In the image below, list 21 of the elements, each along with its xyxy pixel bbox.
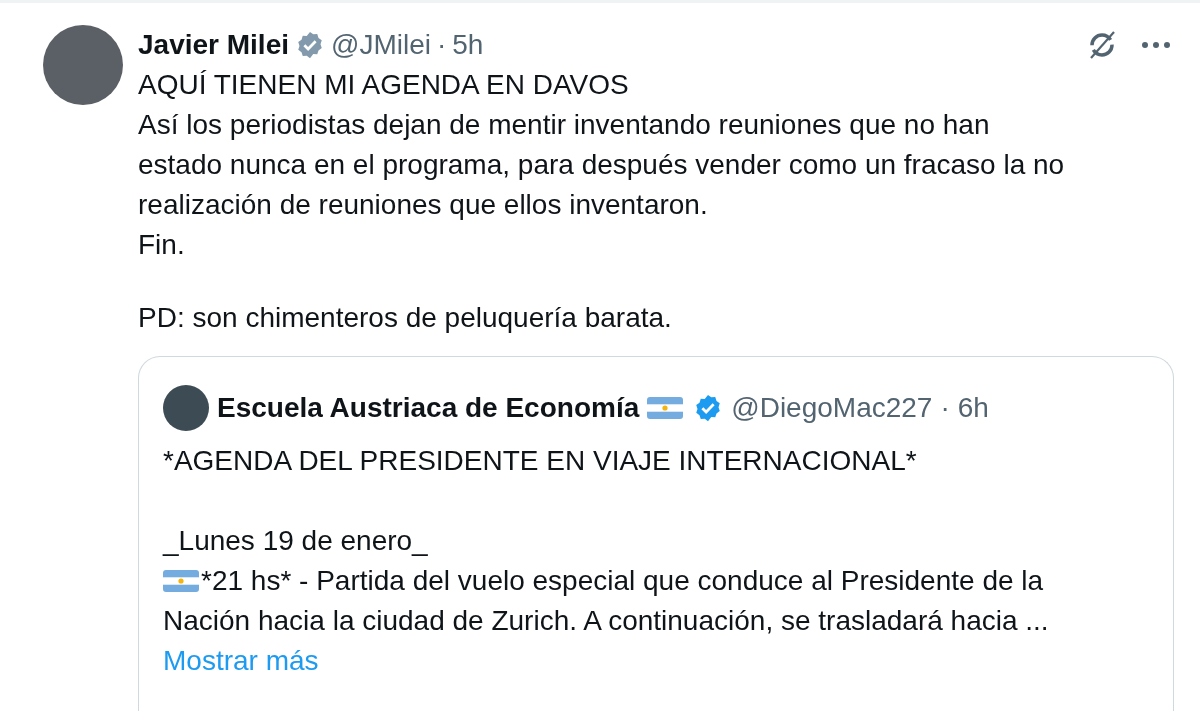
quoted-post-card[interactable]: [138, 356, 1174, 711]
author-handle[interactable]: @JMilei: [331, 29, 431, 61]
post-text: Fin.: [138, 228, 186, 262]
post-text: estado nunca en el programa, para después vender como un fracaso la no: [138, 148, 1066, 182]
author-name[interactable]: Escuela Austriaca de Economía: [217, 392, 640, 424]
post-text: *21 hs* - Partida del vuelo especial que conduce al Presidente de la: [201, 564, 1044, 598]
post-time[interactable]: 5h: [452, 29, 484, 61]
avatar-placeholder[interactable]: [163, 385, 209, 431]
post-text: PD: son chimenteros de peluquería barata.: [138, 301, 673, 335]
author-handle[interactable]: @DiegoMac227: [731, 392, 933, 424]
post-text: realización de reuniones que ellos inventaron.: [138, 188, 709, 222]
separator-dot: ·: [436, 29, 447, 61]
post-text: *AGENDA DEL PRESIDENTE EN VIAJE INTERNACIONAL*: [163, 444, 917, 478]
author-name[interactable]: Javier Milei: [138, 29, 289, 61]
post-text: _Lunes 19 de enero_: [163, 524, 428, 558]
separator-dot: ·: [940, 392, 950, 424]
post-time[interactable]: 6h: [957, 392, 989, 424]
post-text: Nación hacia la ciudad de Zurich. A continuación, se trasladará hacia ...: [163, 604, 1049, 638]
more-icon: [1141, 41, 1171, 49]
post-text: Así los periodistas dejan de mentir inventando reuniones que no han: [138, 108, 991, 142]
post-text: AQUÍ TIENEN MI AGENDA EN DAVOS: [138, 68, 630, 102]
